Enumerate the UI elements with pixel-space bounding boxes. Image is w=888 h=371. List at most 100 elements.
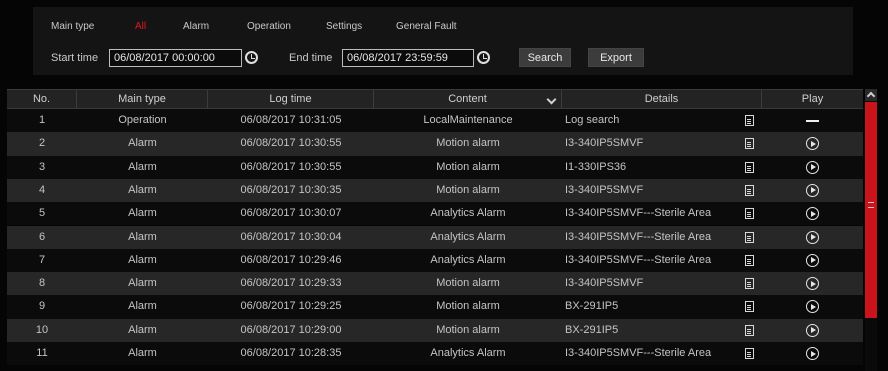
table-row[interactable]: 7 Alarm 06/08/2017 10:29:46 Analytics Alarm… <box>7 248 863 273</box>
cell-log-time: 06/08/2017 10:30:55 <box>240 137 342 150</box>
table-row[interactable]: 4 Alarm 06/08/2017 10:30:35 Motion alarm I3-… <box>7 178 863 203</box>
document-icon[interactable] <box>745 138 754 150</box>
document-icon[interactable] <box>745 161 754 173</box>
end-time-field[interactable]: 06/08/2017 23:59:59 <box>342 49 474 67</box>
cell-details: I3-340IP5SMVF <box>565 183 644 196</box>
cell-details: I3-340IP5SMVF---Sterile Area <box>565 347 712 359</box>
cell-content: Motion alarm <box>436 137 500 150</box>
document-icon[interactable] <box>745 184 754 196</box>
cell-main-type: Alarm <box>128 347 157 359</box>
cell-no: 4 <box>38 183 46 196</box>
header-content-label: Content <box>448 93 487 105</box>
play-icon[interactable] <box>806 137 819 151</box>
header-play[interactable]: Play <box>762 90 863 109</box>
type-filter-all[interactable]: All <box>135 21 146 32</box>
log-table: No. Main type Log time Content Details P… <box>7 89 863 371</box>
cell-details: I3-340IP5SMVF <box>565 137 644 150</box>
cell-no: 10 <box>35 323 49 336</box>
chevron-down-icon[interactable] <box>546 94 557 105</box>
cell-content: LocalMaintenance <box>423 114 513 126</box>
cell-log-time: 06/08/2017 10:30:55 <box>240 160 342 173</box>
filter-panel: Main type All Alarm Operation Settings G… <box>33 7 853 75</box>
export-button[interactable]: Export <box>588 48 644 67</box>
cell-log-time: 06/08/2017 10:29:33 <box>240 277 342 290</box>
cell-no: 8 <box>38 277 46 290</box>
table-row[interactable]: 10 Alarm 06/08/2017 10:29:00 Motion alarm BX… <box>7 318 863 342</box>
table-row[interactable]: 1 Operation 06/08/2017 10:31:05 LocalMainte… <box>7 109 863 133</box>
cell-details: I3-340IP5SMVF---Sterile Area <box>565 253 712 266</box>
cell-no: 11 <box>36 347 48 359</box>
type-filter-operation[interactable]: Operation <box>247 21 291 32</box>
cell-details: Log search <box>565 114 620 126</box>
scroll-thumb[interactable] <box>865 102 877 318</box>
play-icon[interactable] <box>806 253 819 267</box>
play-icon[interactable] <box>806 230 819 244</box>
play-icon[interactable] <box>806 160 819 174</box>
clock-icon[interactable] <box>245 51 258 64</box>
table-row[interactable]: 2 Alarm 06/08/2017 10:30:55 Motion alarm I3-… <box>7 132 863 156</box>
document-icon[interactable] <box>745 254 754 266</box>
table-row[interactable]: 11 Alarm 06/08/2017 10:28:35 Analytics Alar… <box>7 342 863 366</box>
cell-content: Analytics Alarm <box>430 347 506 359</box>
cell-details: I1-330IPS36 <box>565 160 627 173</box>
cell-log-time: 06/08/2017 10:28:35 <box>240 347 342 359</box>
play-icon[interactable] <box>806 207 819 221</box>
table-row[interactable]: 3 Alarm 06/08/2017 10:30:55 Motion alarm I1-… <box>7 155 863 179</box>
cell-main-type: Alarm <box>128 323 157 336</box>
cell-content: Analytics Alarm <box>430 230 506 243</box>
cell-details: BX-291IP5 <box>565 300 619 313</box>
type-filter-settings[interactable]: Settings <box>326 21 362 32</box>
document-icon[interactable] <box>745 301 754 313</box>
search-button[interactable]: Search <box>519 48 571 67</box>
cell-content: Motion alarm <box>436 300 500 313</box>
cell-log-time: 06/08/2017 10:30:04 <box>240 230 342 243</box>
play-icon[interactable] <box>806 300 819 314</box>
table-row[interactable]: 9 Alarm 06/08/2017 10:29:25 Motion alarm BX-… <box>7 295 863 319</box>
main-type-label: Main type <box>51 21 95 32</box>
cell-content: Analytics Alarm <box>430 253 506 266</box>
scroll-up-arrow-icon[interactable] <box>865 89 877 101</box>
table-row[interactable]: 6 Alarm 06/08/2017 10:30:04 Analytics Alarm… <box>7 225 863 249</box>
document-icon[interactable] <box>745 348 754 359</box>
cell-details: BX-291IP5 <box>565 323 619 336</box>
document-icon[interactable] <box>745 208 754 220</box>
type-filter-general-fault[interactable]: General Fault <box>396 21 457 32</box>
play-icon[interactable] <box>806 277 819 291</box>
cell-main-type: Alarm <box>128 230 157 243</box>
cell-main-type: Operation <box>118 114 167 126</box>
cell-main-type: Alarm <box>128 160 157 173</box>
cell-log-time: 06/08/2017 10:29:25 <box>240 300 342 313</box>
table-header: No. Main type Log time Content Details P… <box>7 89 863 109</box>
document-icon[interactable] <box>745 324 754 336</box>
play-icon[interactable] <box>806 183 819 197</box>
clock-icon[interactable] <box>477 51 490 64</box>
table-row[interactable]: 5 Alarm 06/08/2017 10:30:07 Analytics Alarm… <box>7 202 863 226</box>
document-icon[interactable] <box>745 115 754 126</box>
play-icon[interactable] <box>806 347 819 360</box>
cell-content: Motion alarm <box>436 183 500 196</box>
cell-content: Analytics Alarm <box>430 207 506 220</box>
header-log-time[interactable]: Log time <box>208 90 374 109</box>
cell-no: 3 <box>38 160 46 173</box>
cell-main-type: Alarm <box>128 300 157 313</box>
cell-main-type: Alarm <box>128 137 157 150</box>
vertical-scrollbar[interactable] <box>865 89 877 371</box>
cell-no: 7 <box>38 253 46 266</box>
document-icon[interactable] <box>745 231 754 243</box>
cell-details: I3-340IP5SMVF <box>565 277 644 290</box>
cell-no: 2 <box>38 137 46 150</box>
cell-main-type: Alarm <box>128 277 157 290</box>
header-main-type[interactable]: Main type <box>77 90 208 109</box>
play-icon[interactable] <box>806 323 819 337</box>
cell-log-time: 06/08/2017 10:29:46 <box>240 253 342 266</box>
table-row[interactable]: 8 Alarm 06/08/2017 10:29:33 Motion alarm I3-… <box>7 272 863 296</box>
header-no[interactable]: No. <box>7 90 77 109</box>
cell-content: Motion alarm <box>436 323 500 336</box>
header-content[interactable]: Content <box>374 90 562 109</box>
document-icon[interactable] <box>745 278 754 290</box>
start-time-field[interactable]: 06/08/2017 00:00:00 <box>109 49 242 67</box>
cell-main-type: Alarm <box>128 183 157 196</box>
cell-no: 1 <box>38 114 46 126</box>
header-details[interactable]: Details <box>562 90 762 109</box>
type-filter-alarm[interactable]: Alarm <box>183 21 209 32</box>
